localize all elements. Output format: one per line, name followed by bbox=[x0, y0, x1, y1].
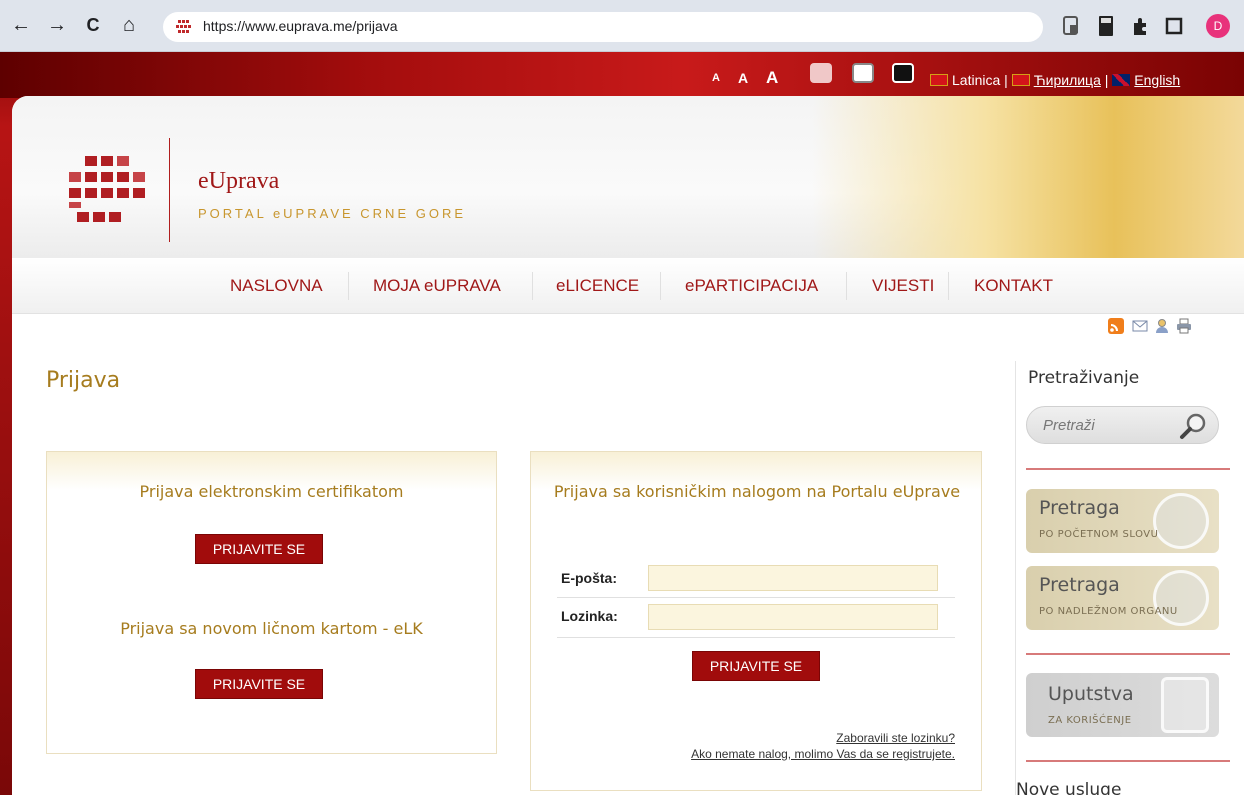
search-by-organ-sub: PO NADLEŽNOM ORGANU bbox=[1039, 606, 1178, 617]
email-icon[interactable] bbox=[1132, 318, 1148, 334]
user-icon[interactable] bbox=[1154, 318, 1170, 334]
search-by-organ-box[interactable]: Pretraga PO NADLEŽNOM ORGANU bbox=[1026, 566, 1219, 630]
email-field[interactable] bbox=[648, 565, 938, 591]
instructions-title: Uputstva bbox=[1048, 683, 1134, 705]
document-icon bbox=[1161, 677, 1209, 733]
site-header: eUprava PORTAL eUPRAVE CRNE GORE bbox=[12, 96, 1244, 258]
account-login-panel: Prijava sa korisničkim nalogom na Portal… bbox=[530, 451, 982, 791]
logo-divider bbox=[169, 138, 170, 242]
nav-elicence[interactable]: eLICENCE bbox=[556, 276, 639, 296]
profile-avatar[interactable]: D bbox=[1206, 14, 1230, 38]
lang-separator: | bbox=[1104, 72, 1109, 88]
nav-divider bbox=[948, 272, 949, 300]
password-field[interactable] bbox=[648, 604, 938, 630]
search-by-letter-box[interactable]: Pretraga PO POČETNOM SLOVU bbox=[1026, 489, 1219, 553]
font-medium-button[interactable]: A bbox=[738, 70, 748, 86]
search-by-letter-title: Pretraga bbox=[1039, 497, 1120, 519]
nav-naslovna[interactable]: NASLOVNA bbox=[230, 276, 323, 296]
print-icon[interactable] bbox=[1176, 318, 1192, 334]
new-services-title: Nove usluge bbox=[1016, 780, 1122, 795]
font-large-button[interactable]: A bbox=[766, 68, 778, 88]
site-favicon-icon bbox=[176, 20, 191, 33]
search-icon[interactable] bbox=[1177, 411, 1209, 441]
uk-flag-icon bbox=[1112, 74, 1131, 86]
nav-divider bbox=[660, 272, 661, 300]
sidebar-red-divider bbox=[1026, 653, 1230, 655]
nav-kontakt[interactable]: KONTAKT bbox=[974, 276, 1053, 296]
sidebar-red-divider bbox=[1026, 468, 1230, 470]
back-icon[interactable]: ← bbox=[8, 12, 34, 38]
account-login-heading: Prijava sa korisničkim nalogom na Portal… bbox=[553, 482, 961, 501]
lang-latinica[interactable]: Latinica bbox=[952, 72, 1000, 88]
magnifier-icon bbox=[1153, 570, 1209, 626]
main-navigation: NASLOVNA MOJA eUPRAVA eLICENCE ePARTICIP… bbox=[12, 258, 1244, 314]
search-by-organ-title: Pretraga bbox=[1039, 574, 1120, 596]
cert-login-button[interactable]: PRIJAVITE SE bbox=[195, 534, 323, 564]
euprava-logo-icon[interactable] bbox=[59, 156, 149, 224]
nav-divider bbox=[846, 272, 847, 300]
lang-cyrillic[interactable]: Ћирилица bbox=[1034, 72, 1101, 88]
sidebar-divider bbox=[1015, 361, 1016, 795]
language-switcher: Latinica | Ћирилица | English bbox=[930, 72, 1180, 88]
forgot-password-link[interactable]: Zaboravili ste lozinku? bbox=[836, 731, 955, 745]
rss-icon[interactable] bbox=[1108, 318, 1124, 334]
cert-login-heading: Prijava elektronskim certifikatom bbox=[139, 482, 404, 501]
montenegro-flag-icon bbox=[930, 74, 948, 86]
montenegro-flag-icon bbox=[1011, 74, 1030, 86]
browser-toolbar: ← → C ⌂ https://www.euprava.me/prijava D bbox=[0, 0, 1244, 52]
elk-login-button[interactable]: PRIJAVITE SE bbox=[195, 669, 323, 699]
page-panel: eUprava PORTAL eUPRAVE CRNE GORE NASLOVN… bbox=[12, 96, 1244, 795]
font-small-button[interactable]: A bbox=[712, 72, 720, 84]
reload-icon[interactable]: C bbox=[80, 12, 106, 38]
nav-divider bbox=[348, 272, 349, 300]
password-label: Lozinka: bbox=[561, 608, 618, 624]
register-link[interactable]: Ako nemate nalog, molimo Vas da se regis… bbox=[691, 747, 955, 761]
certificate-login-panel: Prijava elektronskim certifikatom PRIJAV… bbox=[46, 451, 497, 754]
side-panel-icon[interactable] bbox=[1164, 15, 1184, 37]
search-title: Pretraživanje bbox=[1028, 368, 1140, 388]
extension-doc-icon[interactable] bbox=[1061, 15, 1081, 37]
elk-login-heading: Prijava sa novom ličnom kartom - eLK bbox=[120, 619, 423, 638]
forward-icon[interactable]: → bbox=[44, 12, 70, 38]
page-title: Prijava bbox=[46, 368, 121, 393]
search-input[interactable]: Pretraži bbox=[1043, 417, 1095, 434]
nav-divider bbox=[532, 272, 533, 300]
address-bar[interactable]: https://www.euprava.me/prijava bbox=[163, 12, 1043, 42]
extensions-puzzle-icon[interactable] bbox=[1130, 15, 1150, 37]
site-subtitle: PORTAL eUPRAVE CRNE GORE bbox=[198, 206, 467, 221]
home-icon[interactable]: ⌂ bbox=[116, 12, 142, 38]
lang-english[interactable]: English bbox=[1134, 72, 1180, 88]
search-by-letter-sub: PO POČETNOM SLOVU bbox=[1039, 529, 1159, 540]
contrast-light-icon[interactable] bbox=[852, 63, 874, 83]
url-text: https://www.euprava.me/prijava bbox=[203, 18, 398, 34]
extension-calculator-icon[interactable] bbox=[1096, 15, 1116, 37]
nav-eparticipacija[interactable]: ePARTICIPACIJA bbox=[685, 276, 818, 296]
instructions-box[interactable]: Uputstva ZA KORIŠĆENJE bbox=[1026, 673, 1219, 737]
nav-moja-euprava[interactable]: MOJA eUPRAVA bbox=[373, 276, 501, 296]
lang-separator: | bbox=[1004, 72, 1008, 88]
coat-of-arms-image bbox=[812, 96, 1244, 258]
form-divider bbox=[557, 597, 955, 598]
contrast-dark-icon[interactable] bbox=[892, 63, 914, 83]
instructions-sub: ZA KORIŠĆENJE bbox=[1048, 715, 1132, 726]
account-login-button[interactable]: PRIJAVITE SE bbox=[692, 651, 820, 681]
contrast-default-icon[interactable] bbox=[810, 63, 832, 83]
email-label: E-pošta: bbox=[561, 570, 617, 586]
form-divider bbox=[557, 637, 955, 638]
sidebar-red-divider bbox=[1026, 760, 1230, 762]
site-title[interactable]: eUprava bbox=[198, 168, 279, 195]
nav-vijesti[interactable]: VIJESTI bbox=[872, 276, 934, 296]
magnifier-icon bbox=[1153, 493, 1209, 549]
search-box[interactable]: Pretraži bbox=[1026, 406, 1219, 444]
